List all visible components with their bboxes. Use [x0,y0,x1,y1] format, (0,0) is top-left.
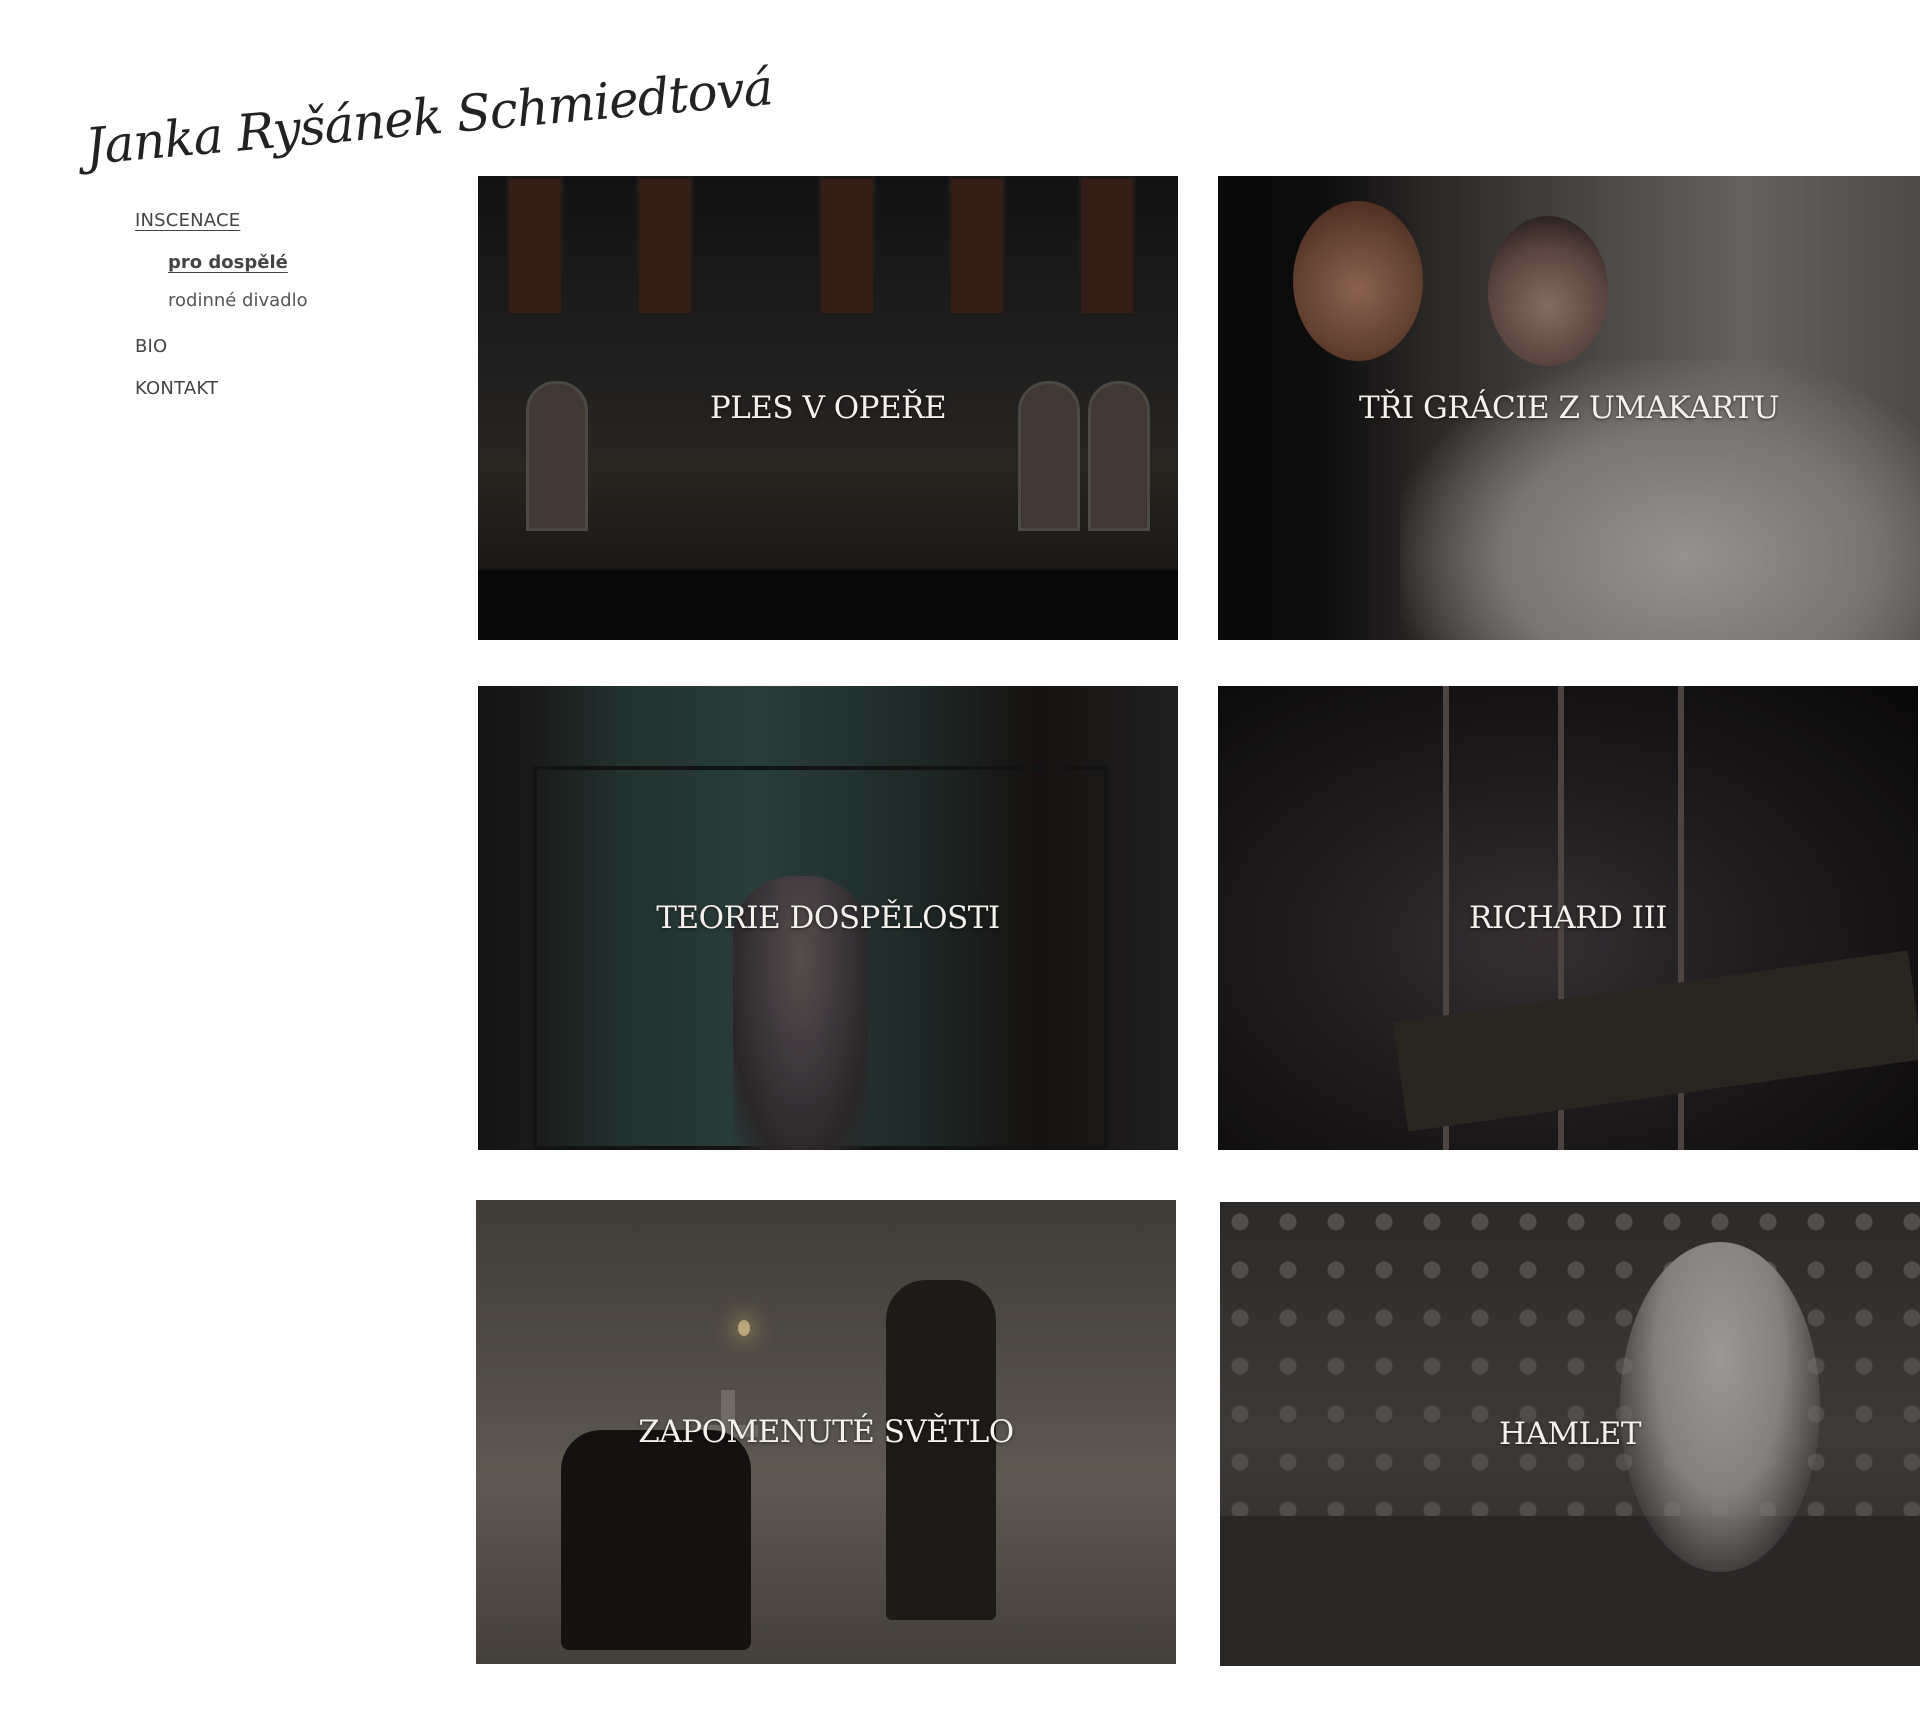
production-title: TEORIE DOSPĚLOSTI [656,900,1000,936]
production-title: ZAPOMENUTÉ SVĚTLO [638,1414,1014,1450]
nav-subitem-rodinne-divadlo[interactable]: rodinné divadlo [168,290,308,311]
logo-signature: Janka Ryšánek Schmiedtová [82,58,775,176]
production-tile-tri-gracie-z-umakartu[interactable]: TŘI GRÁCIE Z UMAKARTU [1218,176,1920,640]
production-tile-hamlet[interactable]: HAMLET [1220,1202,1920,1666]
nav-item-bio[interactable]: BIO [135,336,167,357]
production-title: PLES V OPEŘE [709,390,947,426]
production-tile-zapomenute-svetlo[interactable]: ZAPOMENUTÉ SVĚTLO [476,1200,1176,1664]
production-tile-ples-v-opere[interactable]: PLES V OPEŘE [478,176,1178,640]
production-title: RICHARD III [1468,900,1668,936]
production-title: TŘI GRÁCIE Z UMAKARTU [1358,390,1780,426]
nav-item-inscenace[interactable]: INSCENACE [135,210,240,231]
production-tile-teorie-dospelosti[interactable]: TEORIE DOSPĚLOSTI [478,686,1178,1150]
nav-item-kontakt[interactable]: KONTAKT [135,378,218,399]
production-title: HAMLET [1498,1416,1642,1452]
nav-subitem-pro-dospele[interactable]: pro dospělé [168,252,288,273]
production-tile-richard-iii[interactable]: RICHARD III [1218,686,1918,1150]
